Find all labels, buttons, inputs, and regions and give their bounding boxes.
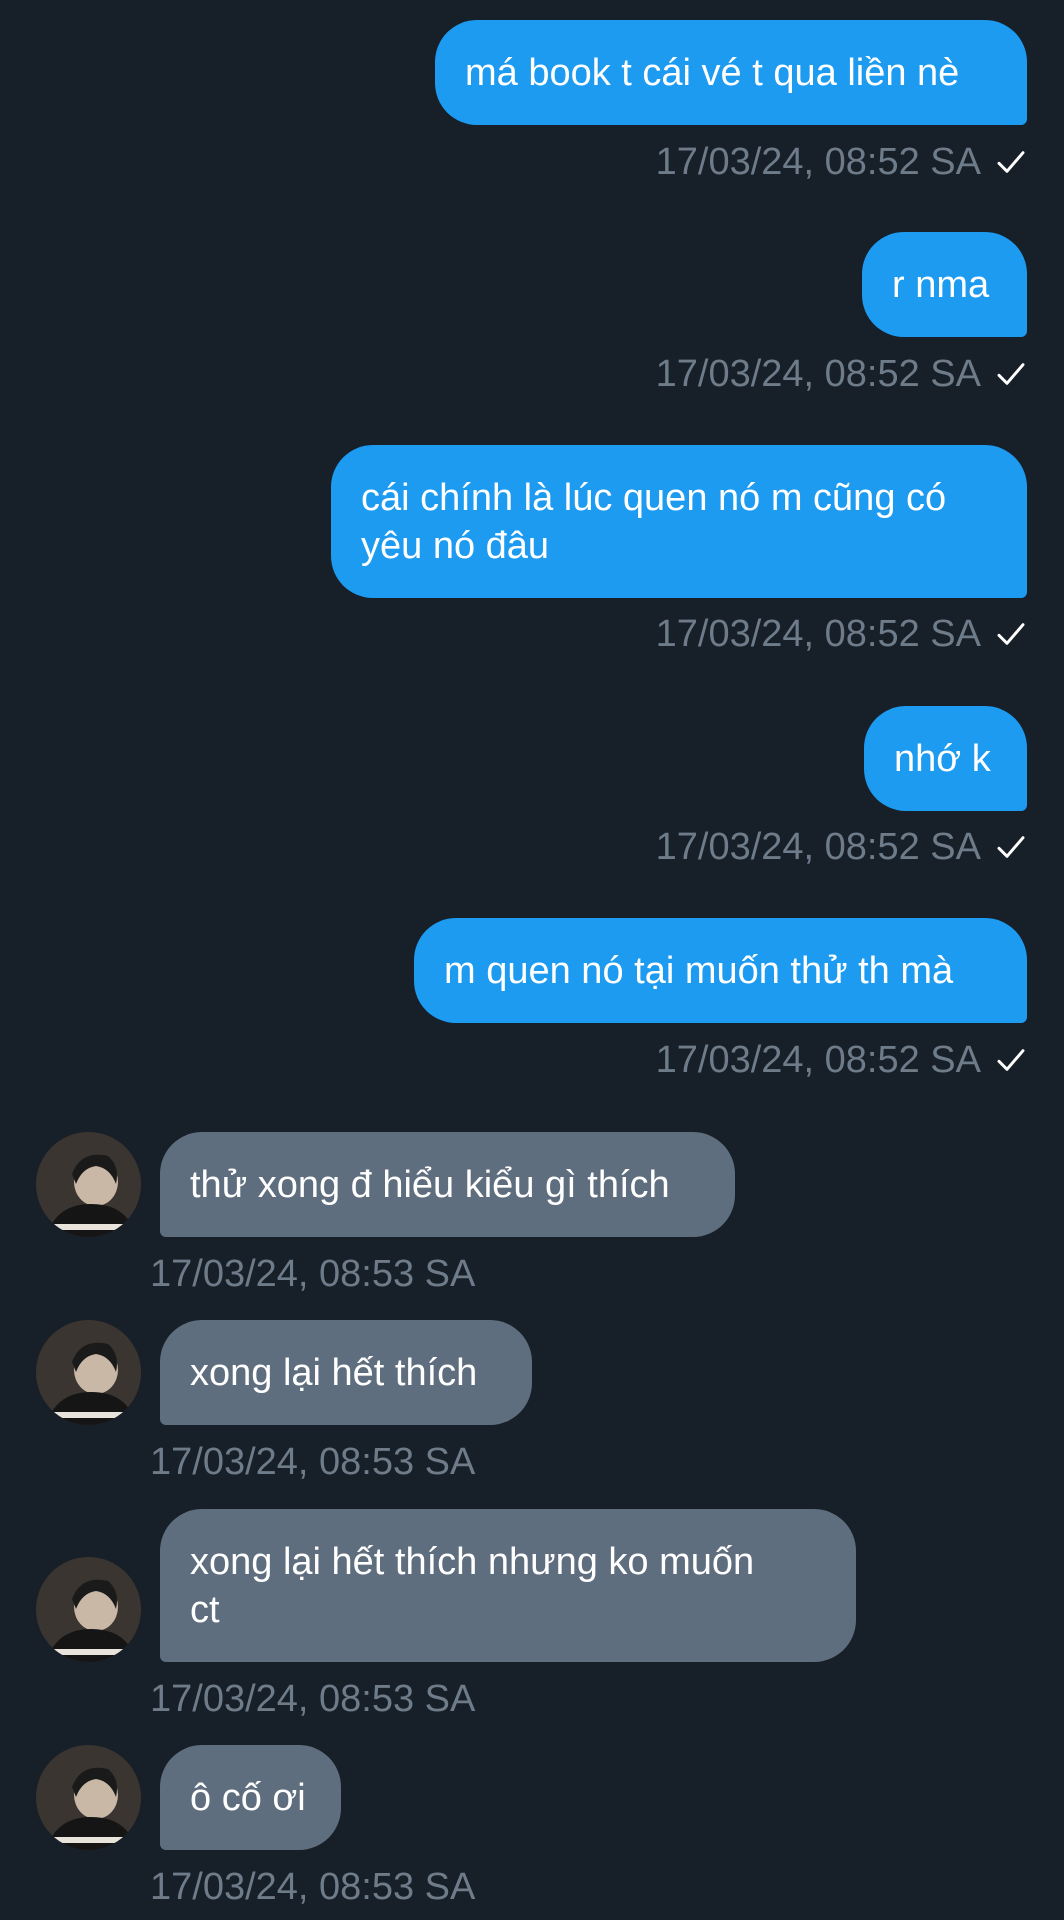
message-text: thử xong đ hiểu kiểu gì thích <box>190 1163 670 1206</box>
message-timestamp: 17/03/24, 08:52 SA <box>655 826 981 868</box>
message-text: m quen nó tại muốn thử th mà <box>444 949 954 992</box>
message-text: xong lại hết thích <box>190 1351 478 1394</box>
message-timestamp: 17/03/24, 08:53 SA <box>150 1441 476 1483</box>
message-thread[interactable]: má book t cái vé t qua liền nè 17/03/24,… <box>0 0 1064 1920</box>
user-avatar-icon <box>36 1320 141 1425</box>
message-timestamp: 17/03/24, 08:53 SA <box>150 1866 476 1908</box>
avatar[interactable] <box>36 1320 141 1425</box>
message-bubble[interactable]: nhớ k <box>864 706 1027 811</box>
message-text: cái chính là lúc quen nó m cũng có yêu n… <box>361 476 947 567</box>
message-text: r nma <box>892 263 990 306</box>
message-meta: 17/03/24, 08:52 SA <box>656 1038 1027 1082</box>
message-meta: 17/03/24, 08:52 SA <box>656 612 1027 656</box>
message-timestamp: 17/03/24, 08:53 SA <box>150 1253 476 1295</box>
avatar[interactable] <box>36 1745 141 1850</box>
message-bubble[interactable]: xong lại hết thích nhưng ko muốn ct <box>160 1509 856 1662</box>
message-text: ô cố ơi <box>190 1776 306 1819</box>
message-bubble[interactable]: xong lại hết thích <box>160 1320 532 1425</box>
message-text: xong lại hết thích nhưng ko muốn ct <box>190 1540 755 1631</box>
message-timestamp: 17/03/24, 08:52 SA <box>655 613 981 655</box>
message-meta: 17/03/24, 08:52 SA <box>656 140 1027 184</box>
message-timestamp: 17/03/24, 08:52 SA <box>655 141 981 183</box>
checkmark-icon <box>997 623 1025 645</box>
checkmark-icon <box>997 1049 1025 1071</box>
message-bubble[interactable]: thử xong đ hiểu kiểu gì thích <box>160 1132 735 1237</box>
checkmark-icon <box>997 363 1025 385</box>
message-bubble[interactable]: ô cố ơi <box>160 1745 341 1850</box>
message-timestamp: 17/03/24, 08:52 SA <box>655 353 981 395</box>
message-text: nhớ k <box>894 737 991 780</box>
message-timestamp: 17/03/24, 08:52 SA <box>655 1039 981 1081</box>
user-avatar-icon <box>36 1132 141 1237</box>
avatar[interactable] <box>36 1132 141 1237</box>
message-timestamp: 17/03/24, 08:53 SA <box>150 1678 476 1720</box>
message-bubble[interactable]: r nma <box>862 232 1027 337</box>
message-text: má book t cái vé t qua liền nè <box>465 51 960 94</box>
user-avatar-icon <box>36 1745 141 1850</box>
avatar[interactable] <box>36 1557 141 1662</box>
message-meta: 17/03/24, 08:52 SA <box>656 825 1027 869</box>
checkmark-icon <box>997 151 1025 173</box>
message-bubble[interactable]: cái chính là lúc quen nó m cũng có yêu n… <box>331 445 1027 598</box>
user-avatar-icon <box>36 1557 141 1662</box>
message-meta: 17/03/24, 08:52 SA <box>656 352 1027 396</box>
message-bubble[interactable]: má book t cái vé t qua liền nè <box>435 20 1027 125</box>
message-bubble[interactable]: m quen nó tại muốn thử th mà <box>414 918 1027 1023</box>
checkmark-icon <box>997 836 1025 858</box>
